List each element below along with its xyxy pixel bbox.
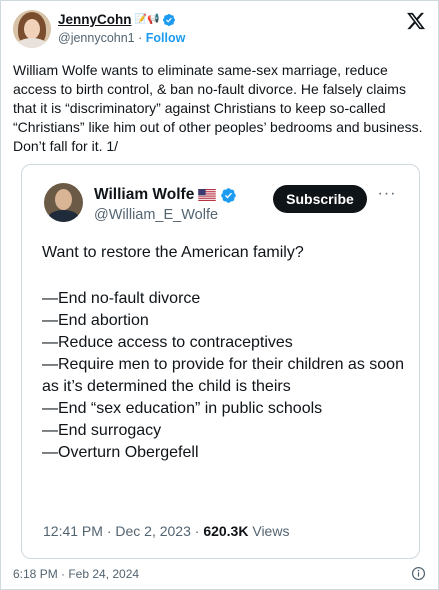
quoted-body: Want to restore the American family? —En… (42, 242, 412, 464)
quoted-meta: 12:41 PM · Dec 2, 2023 · 620.3K Views (43, 523, 289, 539)
tweet-timestamp[interactable]: 6:18 PM · Feb 24, 2024 (13, 567, 139, 581)
list-item: —Overturn Obergefell (42, 444, 199, 461)
list-item: —End no-fault divorce (42, 290, 201, 307)
author-display-name[interactable]: JennyCohn (58, 12, 132, 27)
verified-badge-icon (163, 13, 176, 26)
author-handle[interactable]: @jennycohn1 (58, 31, 135, 45)
list-item: —Require men to provide for their childr… (42, 356, 404, 395)
info-icon[interactable] (411, 566, 426, 581)
quoted-verified-badge-icon (221, 187, 237, 203)
list-item: —End surrogacy (42, 422, 162, 439)
name-emojis: 📝📢 (134, 13, 160, 25)
list-item: —End “sex education” in public schools (42, 400, 323, 417)
list-item: —Reduce access to contraceptives (42, 334, 293, 351)
author-handle-row: @jennycohn1 · Follow (58, 31, 185, 45)
quoted-views-count: 620.3K (203, 523, 249, 539)
follow-button[interactable]: Follow (146, 31, 186, 45)
quoted-name-row: William Wolfe (94, 186, 237, 204)
us-flag-icon (198, 189, 217, 201)
subscribe-button: Subscribe (273, 185, 367, 213)
quoted-author-avatar (44, 183, 83, 222)
quoted-tweet-image[interactable]: William Wolfe @William_E_Wolfe Subscribe… (21, 164, 420, 559)
more-options-icon: ··· (377, 185, 397, 202)
tweet-card: JennyCohn 📝📢 @jennycohn1 · Follow Willia… (0, 0, 439, 590)
quoted-author-handle: @William_E_Wolfe (94, 207, 219, 223)
quoted-author-name: William Wolfe (94, 186, 195, 203)
x-logo-icon[interactable] (406, 11, 426, 31)
author-name-row: JennyCohn 📝📢 (58, 12, 176, 27)
author-avatar[interactable] (13, 10, 51, 48)
tweet-text: William Wolfe wants to eliminate same-se… (13, 62, 423, 154)
handle-separator: · (138, 31, 143, 45)
list-item: —End abortion (42, 312, 149, 329)
quoted-intro: Want to restore the American family? (42, 244, 304, 261)
quoted-timestamp: 12:41 PM · Dec 2, 2023 · (43, 523, 204, 539)
quoted-views-label: Views (248, 523, 290, 539)
